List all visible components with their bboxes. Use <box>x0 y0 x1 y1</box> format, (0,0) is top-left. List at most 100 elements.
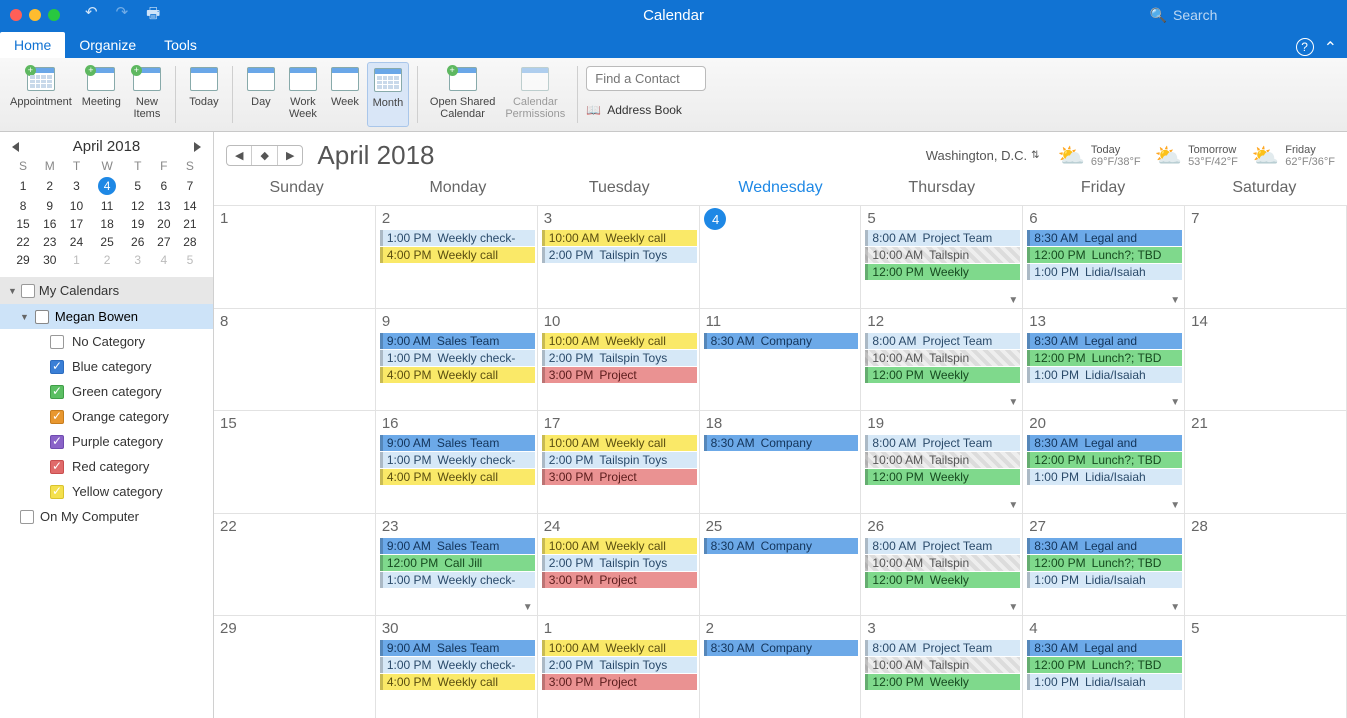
mini-day[interactable]: 26 <box>125 233 151 251</box>
day-cell[interactable]: 38:00 AMProject Team10:00 AMTailspin12:0… <box>861 615 1023 718</box>
calendar-event[interactable]: 12:00 PMLunch?; TBD <box>1027 247 1182 263</box>
mini-day[interactable]: 17 <box>63 215 89 233</box>
category-checkbox[interactable] <box>50 435 64 449</box>
calendar-event[interactable]: 1:00 PMLidia/Isaiah <box>1027 367 1182 383</box>
minical-prev-icon[interactable] <box>12 142 19 152</box>
calendar-event[interactable]: 8:00 AMProject Team <box>865 435 1020 451</box>
more-events-icon[interactable]: ▼ <box>1008 500 1018 511</box>
day-cell[interactable]: 58:00 AMProject Team10:00 AMTailspin12:0… <box>861 205 1023 308</box>
mini-day[interactable]: 16 <box>36 215 63 233</box>
search-input[interactable] <box>1173 7 1333 23</box>
calendar-event[interactable]: 12:00 PMCall Jill <box>380 555 535 571</box>
new-meeting-button[interactable]: + Meeting <box>78 62 125 127</box>
mini-day[interactable]: 7 <box>177 175 203 197</box>
category-item[interactable]: No Category <box>0 329 213 354</box>
calendar-event[interactable]: 8:30 AMLegal and <box>1027 333 1182 349</box>
calendar-event[interactable]: 1:00 PMLidia/Isaiah <box>1027 572 1182 588</box>
calendar-event[interactable]: 8:30 AMCompany <box>704 435 859 451</box>
mini-day[interactable]: 11 <box>90 197 125 215</box>
calendar-event[interactable]: 12:00 PMWeekly <box>865 264 1020 280</box>
day-cell[interactable]: 8 <box>214 308 376 411</box>
mini-day[interactable]: 4 <box>90 175 125 197</box>
calendar-event[interactable]: 4:00 PMWeekly call <box>380 674 535 690</box>
mini-day[interactable]: 12 <box>125 197 151 215</box>
mini-day[interactable]: 14 <box>177 197 203 215</box>
day-cell[interactable]: 22 <box>214 513 376 616</box>
calendar-event[interactable]: 10:00 AMWeekly call <box>542 333 697 349</box>
on-my-computer-checkbox[interactable] <box>20 510 34 524</box>
mini-day[interactable]: 9 <box>36 197 63 215</box>
undo-icon[interactable]: ↶ <box>85 3 98 28</box>
mini-day[interactable]: 1 <box>63 251 89 269</box>
day-cell[interactable]: 5 <box>1185 615 1347 718</box>
day-cell[interactable]: 68:30 AMLegal and12:00 PMLunch?; TBD1:00… <box>1023 205 1185 308</box>
calendar-event[interactable]: 12:00 PMWeekly <box>865 367 1020 383</box>
day-cell[interactable]: 188:30 AMCompany <box>700 410 862 513</box>
calendar-event[interactable]: 3:00 PMProject <box>542 469 697 485</box>
more-events-icon[interactable]: ▼ <box>1170 500 1180 511</box>
calendar-event[interactable]: 9:00 AMSales Team <box>380 538 535 554</box>
find-contact-input[interactable] <box>586 66 706 91</box>
day-cell[interactable]: 28:30 AMCompany <box>700 615 862 718</box>
calendar-permissions-button[interactable]: Calendar Permissions <box>501 62 569 127</box>
day-cell[interactable]: 1 <box>214 205 376 308</box>
calendar-event[interactable]: 12:00 PMLunch?; TBD <box>1027 555 1182 571</box>
calendar-event[interactable]: 10:00 AMTailspin <box>865 555 1020 571</box>
more-events-icon[interactable]: ▼ <box>1170 295 1180 306</box>
calendar-event[interactable]: 12:00 PMWeekly <box>865 469 1020 485</box>
calendar-event[interactable]: 10:00 AMTailspin <box>865 657 1020 673</box>
day-cell[interactable]: 7 <box>1185 205 1347 308</box>
day-view-button[interactable]: Day <box>241 62 281 127</box>
mini-day[interactable]: 6 <box>151 175 177 197</box>
day-cell[interactable]: 198:00 AMProject Team10:00 AMTailspin12:… <box>861 410 1023 513</box>
day-cell[interactable]: 15 <box>214 410 376 513</box>
day-cell[interactable]: 208:30 AMLegal and12:00 PMLunch?; TBD1:0… <box>1023 410 1185 513</box>
day-cell[interactable]: 2410:00 AMWeekly call2:00 PMTailspin Toy… <box>538 513 700 616</box>
mini-day[interactable]: 24 <box>63 233 89 251</box>
calendar-event[interactable]: 8:00 AMProject Team <box>865 230 1020 246</box>
calendar-event[interactable]: 10:00 AMWeekly call <box>542 538 697 554</box>
calendar-event[interactable]: 3:00 PMProject <box>542 367 697 383</box>
calendar-event[interactable]: 1:00 PMWeekly check- <box>380 657 535 673</box>
month-view-button[interactable]: Month <box>367 62 409 127</box>
more-events-icon[interactable]: ▼ <box>1170 602 1180 613</box>
category-checkbox[interactable] <box>50 410 64 424</box>
nav-today-icon[interactable]: ◆ <box>252 146 277 165</box>
mini-day[interactable]: 19 <box>125 215 151 233</box>
category-item[interactable]: Blue category <box>0 354 213 379</box>
on-my-computer[interactable]: On My Computer <box>0 504 213 529</box>
calendar-event[interactable]: 1:00 PMWeekly check- <box>380 452 535 468</box>
calendar-event[interactable]: 8:30 AMCompany <box>704 640 859 656</box>
more-events-icon[interactable]: ▼ <box>1170 397 1180 408</box>
day-cell[interactable]: 99:00 AMSales Team1:00 PMWeekly check-4:… <box>376 308 538 411</box>
mini-day[interactable]: 20 <box>151 215 177 233</box>
day-cell[interactable]: 21:00 PMWeekly check-4:00 PMWeekly call <box>376 205 538 308</box>
redo-icon[interactable]: ↷ <box>116 3 129 28</box>
calendar-megan-bowen[interactable]: ▼ Megan Bowen <box>0 304 213 329</box>
calendar-event[interactable]: 10:00 AMWeekly call <box>542 640 697 656</box>
calendar-event[interactable]: 8:30 AMCompany <box>704 333 859 349</box>
mini-day[interactable]: 5 <box>177 251 203 269</box>
calendar-event[interactable]: 4:00 PMWeekly call <box>380 469 535 485</box>
help-icon[interactable]: ? <box>1296 38 1314 56</box>
calendar-event[interactable]: 10:00 AMTailspin <box>865 247 1020 263</box>
calendar-event[interactable]: 1:00 PMLidia/Isaiah <box>1027 264 1182 280</box>
week-view-button[interactable]: Week <box>325 62 365 127</box>
mini-day[interactable]: 8 <box>10 197 36 215</box>
new-appointment-button[interactable]: + Appointment <box>6 62 76 127</box>
category-item[interactable]: Red category <box>0 454 213 479</box>
zoom-dot[interactable] <box>48 9 60 21</box>
nav-prev-icon[interactable]: ◀ <box>227 146 252 165</box>
calendar-event[interactable]: 12:00 PMWeekly <box>865 674 1020 690</box>
day-cell[interactable]: 310:00 AMWeekly call2:00 PMTailspin Toys <box>538 205 700 308</box>
day-cell[interactable]: 21 <box>1185 410 1347 513</box>
mini-day[interactable]: 23 <box>36 233 63 251</box>
calendar-event[interactable]: 8:00 AMProject Team <box>865 333 1020 349</box>
calendar-event[interactable]: 2:00 PMTailspin Toys <box>542 555 697 571</box>
calendar-event[interactable]: 8:30 AMLegal and <box>1027 435 1182 451</box>
mini-day[interactable]: 21 <box>177 215 203 233</box>
calendar-event[interactable]: 1:00 PMLidia/Isaiah <box>1027 674 1182 690</box>
day-cell[interactable]: 1010:00 AMWeekly call2:00 PMTailspin Toy… <box>538 308 700 411</box>
category-checkbox[interactable] <box>50 385 64 399</box>
day-cell[interactable]: 1710:00 AMWeekly call2:00 PMTailspin Toy… <box>538 410 700 513</box>
